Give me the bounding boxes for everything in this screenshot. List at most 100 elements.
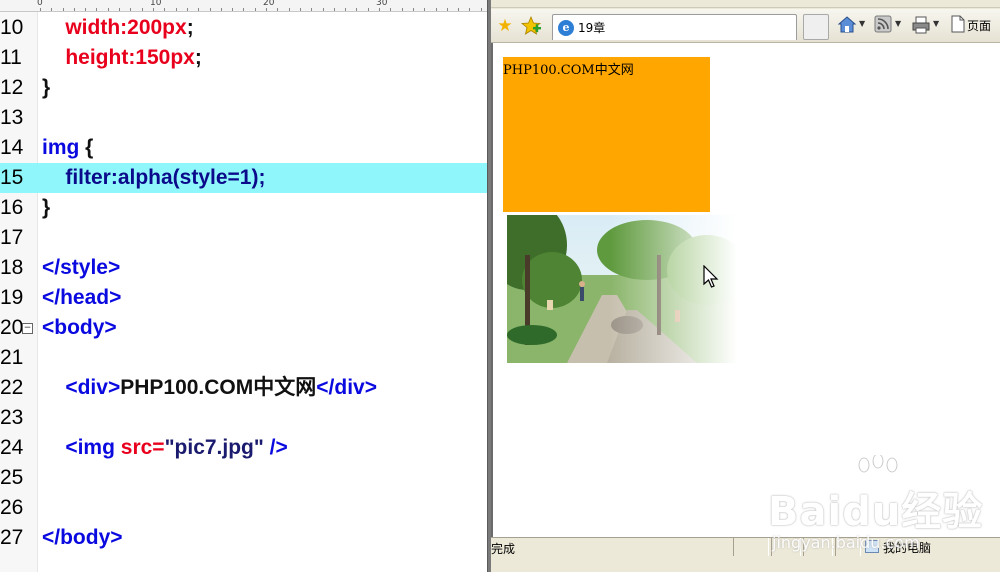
- code-token: <div>: [42, 376, 121, 399]
- ruler-mark: 10: [150, 0, 162, 8]
- line-number: 19: [0, 286, 24, 309]
- code-line[interactable]: 20− <body>: [0, 313, 487, 343]
- div-text: PHP100.COM中文网: [503, 63, 634, 78]
- ruler-tick: [447, 8, 448, 11]
- home-icon[interactable]: [836, 15, 858, 37]
- code-line[interactable]: 12}: [0, 73, 487, 103]
- ruler-tick: [176, 8, 177, 11]
- home-dropdown-icon[interactable]: ▼: [859, 19, 865, 28]
- code-token: </div>: [316, 376, 377, 399]
- code-line[interactable]: 14 img {: [0, 133, 487, 163]
- code-token: img: [42, 136, 86, 159]
- line-number: 15: [0, 166, 24, 189]
- park-image: [507, 215, 737, 363]
- code-token: ;: [194, 46, 202, 69]
- code-token: {: [85, 136, 94, 159]
- ruler-tick: [96, 8, 97, 11]
- ruler-tick: [164, 8, 165, 11]
- feeds-dropdown-icon[interactable]: ▼: [895, 19, 901, 28]
- line-number: 17: [0, 226, 24, 249]
- code-line[interactable]: 13: [0, 103, 487, 133]
- watermark-url: jingyan.baidu.com: [772, 533, 920, 552]
- menu-bar: [491, 0, 1000, 8]
- code-text: </body>: [42, 523, 123, 553]
- ruler-tick: [153, 8, 154, 11]
- new-tab-button[interactable]: [803, 14, 829, 40]
- code-line[interactable]: 16}: [0, 193, 487, 223]
- line-number: 18: [0, 256, 24, 279]
- line-number: 22: [0, 376, 24, 399]
- page-icon[interactable]: [947, 15, 969, 37]
- ruler-tick: [413, 8, 414, 11]
- ruler-tick: [379, 8, 380, 11]
- code-token: width: [42, 16, 121, 39]
- code-text: img {: [42, 133, 93, 163]
- code-token: filter:alpha(style=1);: [42, 166, 266, 189]
- watermark-brand: Baidu经验: [768, 489, 984, 535]
- ruler-tick: [334, 8, 335, 11]
- code-line[interactable]: 26: [0, 493, 487, 523]
- code-line[interactable]: 27 </body>: [0, 523, 487, 553]
- column-ruler: 0 10 20 30: [0, 0, 487, 12]
- code-text: <img src="pic7.jpg" />: [42, 433, 288, 463]
- code-token: :200px: [120, 16, 187, 39]
- code-line[interactable]: 24 <img src="pic7.jpg" />: [0, 433, 487, 463]
- print-dropdown-icon[interactable]: ▼: [933, 19, 939, 28]
- code-text: filter:alpha(style=1);: [42, 163, 265, 193]
- code-token: :150px: [128, 46, 195, 69]
- add-favorites-icon[interactable]: [520, 15, 542, 37]
- code-line[interactable]: 10 width:200px;: [0, 13, 487, 43]
- watermark: Baidu经验 jingyan.baidu.com: [760, 455, 995, 560]
- ruler-tick: [277, 8, 278, 11]
- code-line[interactable]: 11 height:150px;: [0, 43, 487, 73]
- ruler-tick: [142, 8, 143, 11]
- code-text: </style>: [42, 253, 120, 283]
- fold-minus-icon[interactable]: −: [22, 323, 33, 334]
- code-line[interactable]: 21: [0, 343, 487, 373]
- star-icon[interactable]: ★: [494, 15, 516, 37]
- ruler-tick: [221, 8, 222, 11]
- code-line-highlighted[interactable]: 15 filter:alpha(style=1);: [0, 163, 487, 193]
- code-line[interactable]: 25: [0, 463, 487, 493]
- ruler-tick: [300, 8, 301, 11]
- code-editor[interactable]: 0 10 20 30 10 width:200px; 11 height:150px; 1…: [0, 0, 487, 572]
- ruler-tick: [130, 8, 131, 11]
- tab-current-page[interactable]: e 19章: [552, 14, 797, 40]
- code-line[interactable]: 23: [0, 403, 487, 433]
- code-text: width:200px;: [42, 13, 193, 43]
- code-token: </style>: [42, 256, 121, 279]
- mouse-cursor-icon: [703, 265, 719, 288]
- code-token: />: [263, 436, 288, 459]
- code-token: src=: [120, 436, 165, 459]
- ruler-tick: [255, 8, 256, 11]
- line-number: 21: [0, 346, 24, 369]
- ruler-tick: [356, 8, 357, 11]
- ruler-tick: [402, 8, 403, 11]
- ruler-tick: [266, 8, 267, 11]
- printer-icon[interactable]: [910, 15, 932, 37]
- ruler-tick: [232, 8, 233, 11]
- code-token: }: [42, 196, 51, 219]
- ruler-tick: [481, 8, 482, 11]
- ruler-tick: [85, 8, 86, 11]
- line-number: 11: [0, 46, 22, 69]
- code-line[interactable]: 19 </head>: [0, 283, 487, 313]
- line-number: 24: [0, 436, 24, 459]
- code-token: "pic7.jpg": [164, 436, 264, 459]
- ruler-tick: [345, 8, 346, 11]
- line-number: 25: [0, 466, 24, 489]
- code-token: <img: [42, 436, 121, 459]
- code-line[interactable]: 18 </style>: [0, 253, 487, 283]
- code-line[interactable]: 17: [0, 223, 487, 253]
- code-line[interactable]: 22 <div>PHP100.COM中文网</div>: [0, 373, 487, 403]
- ruler-tick: [289, 8, 290, 11]
- line-number: 16: [0, 196, 24, 219]
- ruler-tick: [74, 8, 75, 11]
- line-number: 12: [0, 76, 24, 99]
- rss-icon[interactable]: [872, 15, 894, 37]
- ruler-tick: [323, 8, 324, 11]
- line-number: 14: [0, 136, 24, 159]
- ruler-tick: [210, 8, 211, 11]
- ruler-tick: [243, 8, 244, 11]
- page-menu-button[interactable]: 页面: [967, 16, 991, 36]
